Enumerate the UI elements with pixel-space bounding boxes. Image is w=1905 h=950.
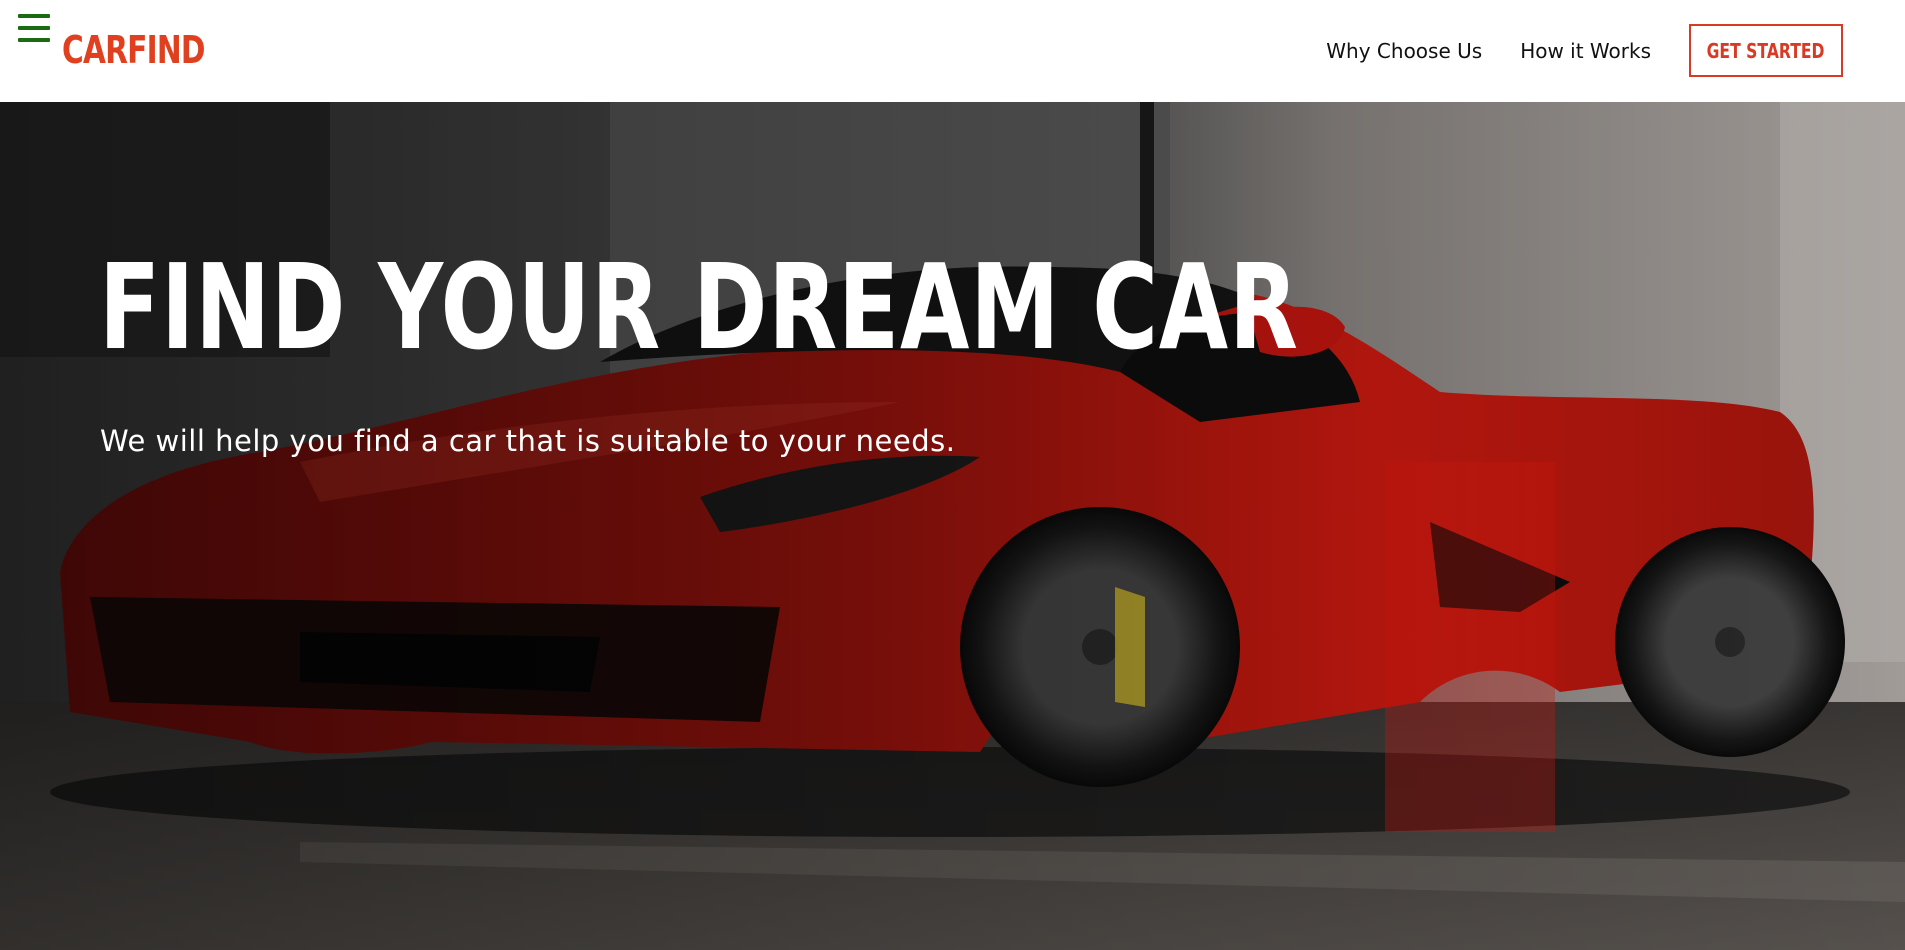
get-started-label: GET STARTED [1707,38,1825,63]
top-nav: Why Choose Us How it Works GET STARTED [1326,24,1843,77]
hero-title: FIND YOUR DREAM CAR [99,238,1299,376]
hamburger-menu-icon[interactable] [18,14,52,42]
brand-logo[interactable]: CARFIND [62,28,206,72]
hero-subtitle: We will help you find a car that is suit… [100,424,956,458]
get-started-button[interactable]: GET STARTED [1689,24,1843,77]
nav-link-why-choose-us[interactable]: Why Choose Us [1326,25,1482,77]
hero-section: FIND YOUR DREAM CAR We will help you fin… [0,102,1905,950]
hero-car-photo [0,102,1905,950]
nav-link-how-it-works[interactable]: How it Works [1520,25,1651,77]
site-header: CARFIND Why Choose Us How it Works GET S… [0,0,1905,102]
